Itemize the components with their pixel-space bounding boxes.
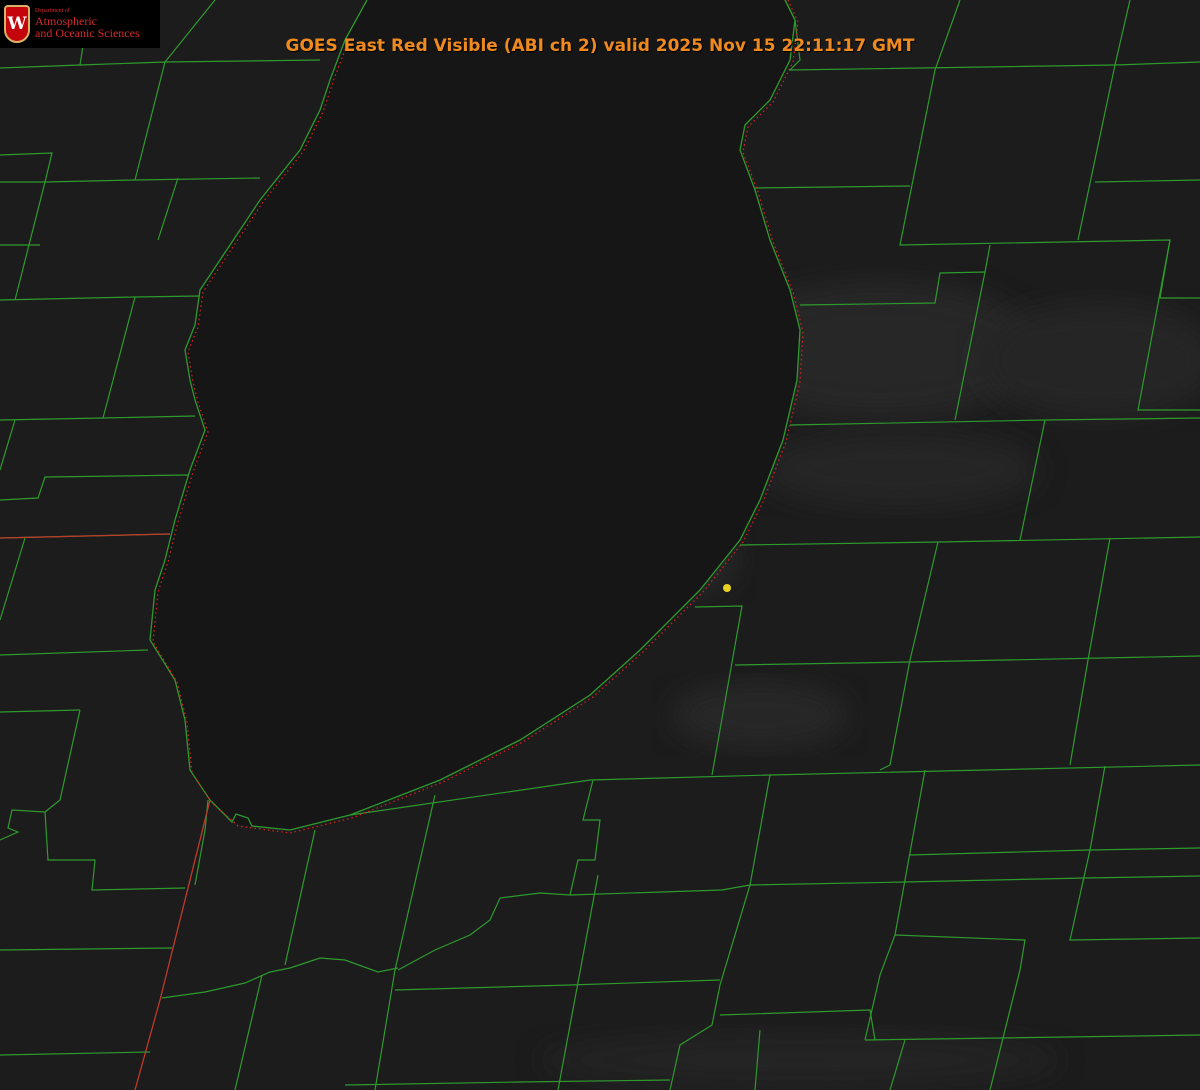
image-title: GOES East Red Visible (ABI ch 2) valid 2… — [285, 36, 915, 56]
satellite-map: W Department of Atmospheric and Oceanic … — [0, 0, 1200, 1090]
station-dot-icon — [723, 584, 731, 592]
map-canvas — [0, 0, 1200, 1090]
